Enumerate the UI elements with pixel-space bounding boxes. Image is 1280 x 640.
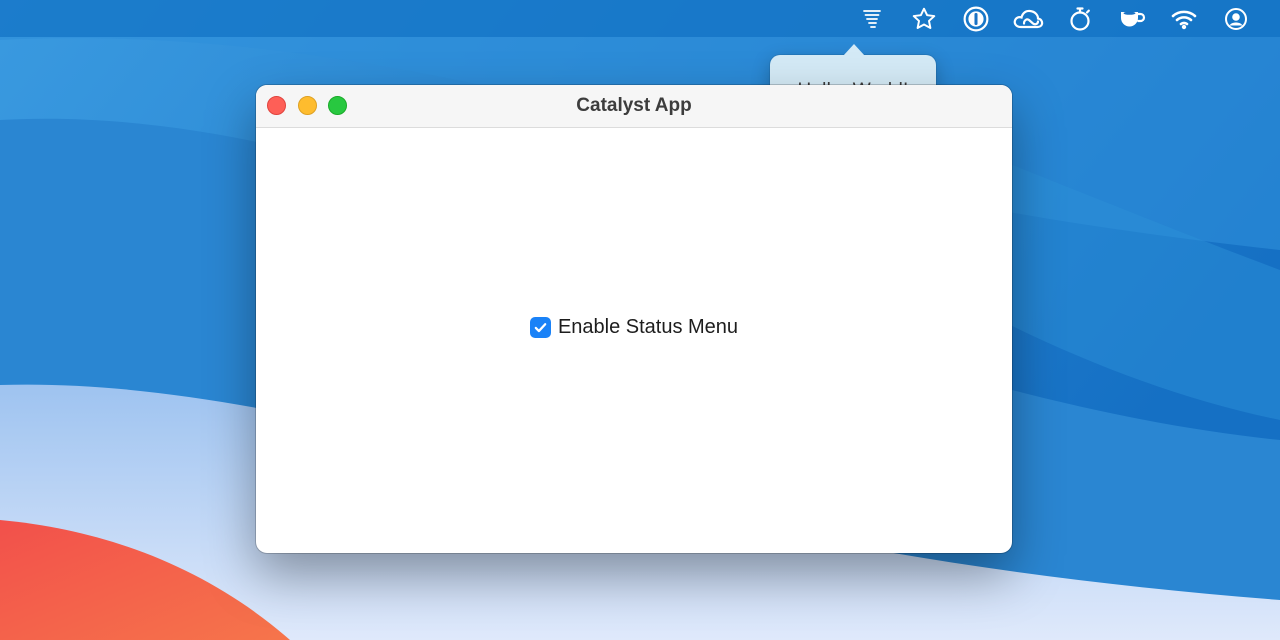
creative-cloud-icon[interactable]: [1002, 0, 1054, 37]
window-titlebar[interactable]: Catalyst App: [256, 85, 1012, 128]
enable-status-menu-checkbox-row[interactable]: Enable Status Menu: [529, 316, 738, 339]
checkbox-label[interactable]: Enable Status Menu: [558, 316, 738, 339]
user-circle-icon[interactable]: [1210, 0, 1262, 37]
window-title: Catalyst App: [576, 95, 692, 116]
popover-arrow: [843, 44, 865, 56]
enable-status-menu-checkbox[interactable]: [529, 317, 551, 338]
window-content: Enable Status Menu: [256, 128, 1012, 553]
checkmark-icon: [534, 323, 547, 333]
stopwatch-icon[interactable]: [1054, 0, 1106, 37]
app-window: Catalyst App Enable Status Menu: [256, 85, 1012, 553]
tornado-icon[interactable]: [846, 0, 898, 37]
onepassword-icon[interactable]: [950, 0, 1002, 37]
star-icon[interactable]: [898, 0, 950, 37]
menu-bar: [0, 0, 1280, 37]
coffee-cup-icon[interactable]: [1106, 0, 1158, 37]
wifi-icon[interactable]: [1158, 0, 1210, 37]
